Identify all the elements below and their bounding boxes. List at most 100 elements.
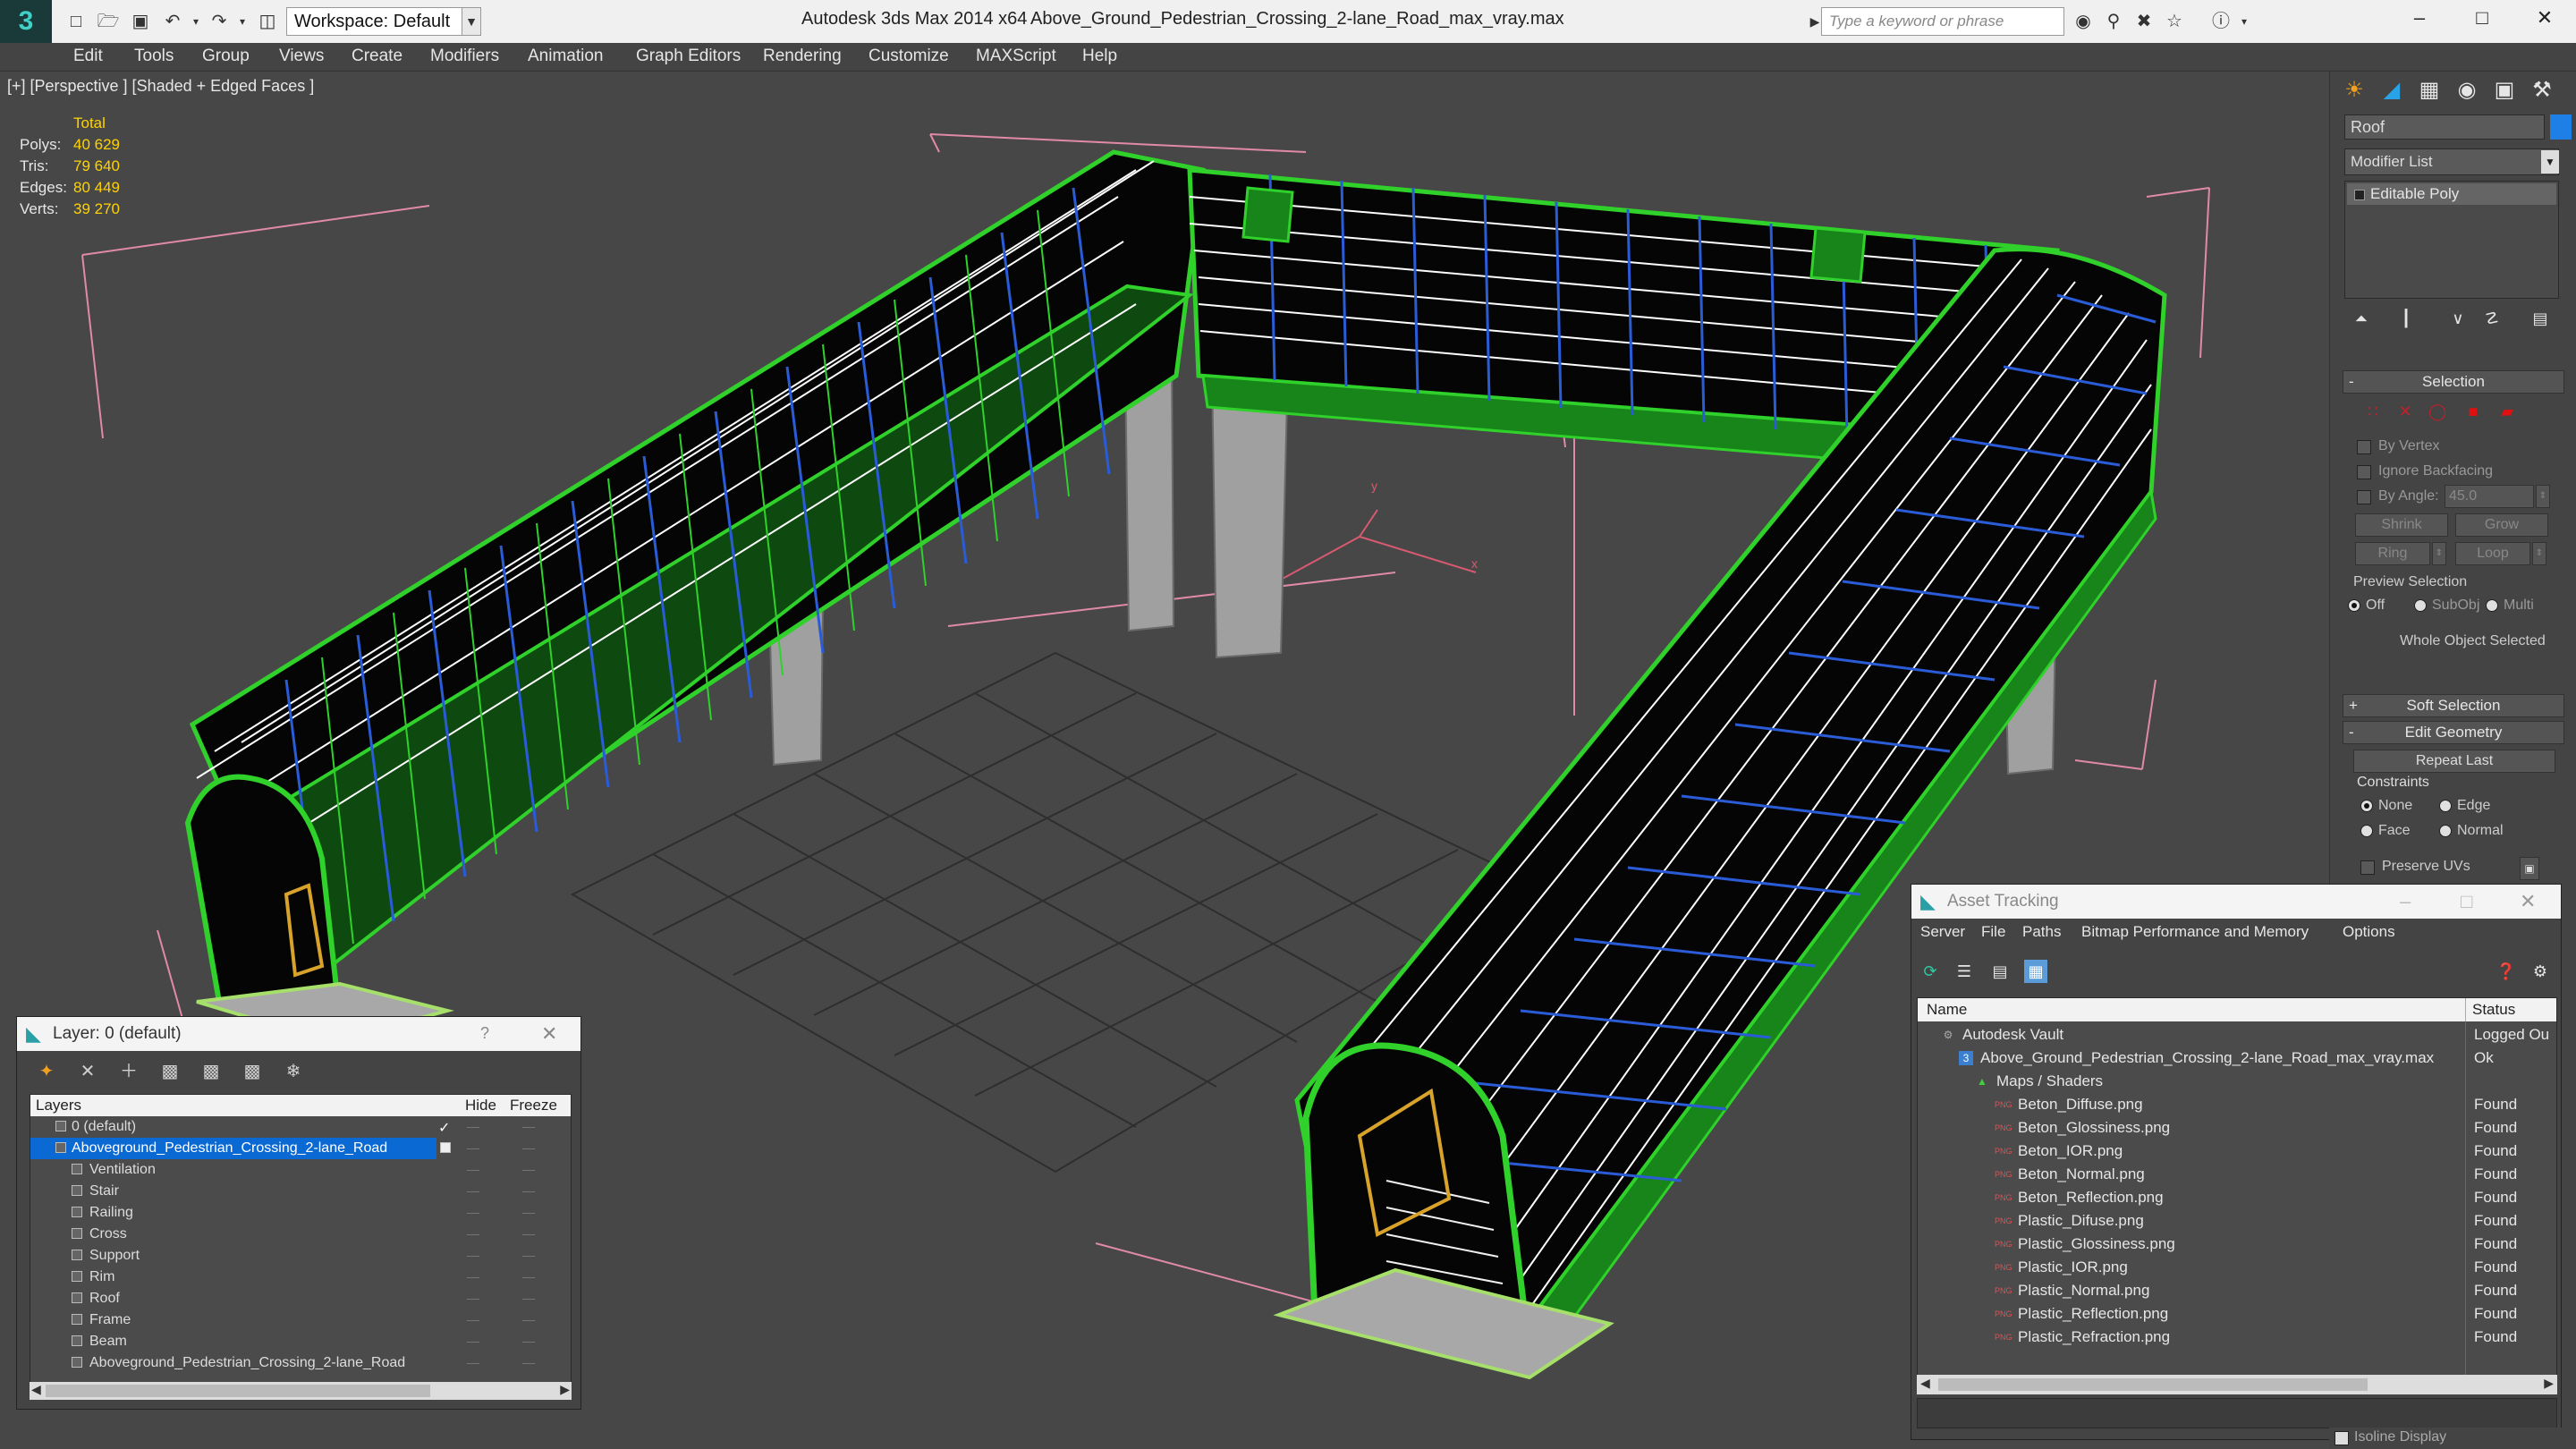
angle-spinner-field[interactable]: 45.0 [2445,485,2534,508]
ring-button[interactable]: Ring [2355,542,2430,565]
select-in-layer-icon[interactable]: ▩ [158,1060,182,1083]
highlight-layer-icon[interactable]: ▩ [199,1060,223,1083]
layer-row[interactable]: Beam — — [30,1331,571,1352]
angle-spinner-arrows-icon[interactable]: ⇕ [2536,485,2550,508]
preserve-uvs-settings-icon[interactable]: ▣ [2520,857,2539,880]
isoline-display-checkbox[interactable] [2334,1431,2349,1445]
refresh-icon[interactable]: ⟳ [1919,960,1942,983]
asset-row[interactable]: PNG Beton_Glossiness.png Found [1918,1116,2556,1140]
selection-rollout-header[interactable]: - Selection [2343,370,2564,394]
asset-row[interactable]: PNG Beton_Diffuse.png Found [1918,1093,2556,1116]
object-color-swatch[interactable] [2550,114,2572,140]
asset-menu-paths[interactable]: Paths [2022,923,2061,941]
create-layer-icon[interactable]: ✦ [35,1060,58,1083]
freeze-all-layers-icon[interactable]: ❄ [282,1060,305,1083]
asset-menu-options[interactable]: Options [2343,923,2395,941]
redo-icon[interactable]: ↷ [208,11,231,32]
layer-row[interactable]: Cross — — [30,1224,571,1245]
undo-dropdown-icon[interactable]: ▾ [184,11,208,32]
asset-row[interactable]: 3 Above_Ground_Pedestrian_Crossing_2-lan… [1918,1046,2556,1070]
asset-menu-bitmap-performance[interactable]: Bitmap Performance and Memory [2081,923,2309,941]
shrink-button[interactable]: Shrink [2355,513,2448,537]
asset-window-titlebar[interactable]: ◣ Asset Tracking – □ ✕ [1911,885,2561,919]
menu-modifiers[interactable]: Modifiers [430,47,499,66]
layer-row[interactable]: Ventilation — — [30,1159,571,1181]
modify-tab-icon[interactable]: ◢ [2375,73,2409,107]
layer-row-selected[interactable]: Aboveground_Pedestrian_Crossing_2-lane_R… [30,1138,436,1159]
polygon-select-icon[interactable]: ■ [2464,402,2482,420]
pin-stack-icon[interactable]: ⏶ [2348,309,2375,333]
layer-close-icon[interactable]: ✕ [541,1022,557,1046]
new-file-icon[interactable]: □ [64,11,88,32]
menu-views[interactable]: Views [279,47,324,66]
layer-row[interactable]: Rim — — [30,1267,571,1288]
border-select-icon[interactable]: ◯ [2428,402,2446,420]
detail-view-icon[interactable]: ▤ [1988,960,2012,983]
project-folder-icon[interactable]: ◫ [256,11,279,32]
preview-subobj-radio[interactable] [2414,599,2427,612]
preserve-uvs-checkbox[interactable] [2360,860,2375,875]
show-end-result-icon[interactable]: ┃ [2393,309,2419,333]
help-icon[interactable]: ⓘ [2209,11,2233,32]
hide-all-layers-icon[interactable]: ▩ [241,1060,264,1083]
layer-row[interactable]: Aboveground_Pedestrian_Crossing_2-lane_R… [30,1352,571,1374]
object-name-field[interactable]: Roof [2344,114,2545,140]
binoculars-icon[interactable]: ◉ [2072,11,2095,32]
save-file-icon[interactable]: ▣ [129,11,152,32]
asset-row[interactable]: PNG Plastic_Glossiness.png Found [1918,1233,2556,1256]
asset-settings-icon[interactable]: ⚙ [2529,960,2552,983]
subscription-icon[interactable]: ⚲ [2102,11,2125,32]
constraint-face-radio[interactable] [2360,825,2373,837]
asset-row[interactable]: ⚙ Autodesk Vault Logged Ou [1918,1023,2556,1046]
constraint-normal-radio[interactable] [2439,825,2452,837]
soft-selection-rollout-header[interactable]: + Soft Selection [2343,694,2564,717]
asset-help-icon[interactable]: ❓ [2495,960,2518,983]
element-select-icon[interactable]: ▰ [2498,402,2516,420]
asset-menu-server[interactable]: Server [1920,923,1965,941]
layer-row[interactable]: Frame — — [30,1309,571,1331]
asset-row[interactable]: PNG Beton_Reflection.png Found [1918,1186,2556,1209]
name-column-header[interactable]: Name [1927,1001,1967,1019]
minimize-button[interactable]: – [2388,0,2451,36]
app-logo-icon[interactable]: 3 [0,0,52,43]
add-to-layer-icon[interactable]: ＋ [117,1060,140,1083]
asset-scroll-left-icon[interactable]: ◀ [1920,1376,1930,1391]
communication-icon[interactable]: ✖ [2132,11,2156,32]
maximize-button[interactable]: □ [2451,0,2513,36]
asset-scroll-thumb[interactable] [1938,1378,2368,1391]
modifier-list-dropdown-icon[interactable]: ▼ [2541,150,2559,174]
by-vertex-checkbox[interactable] [2357,440,2371,454]
layer-window-titlebar[interactable]: ◣ Layer: 0 (default) ? ✕ [17,1017,580,1051]
layer-row[interactable]: 0 (default) ✓ — — [30,1116,571,1138]
favorites-star-icon[interactable]: ☆ [2163,11,2186,32]
undo-icon[interactable]: ↶ [161,11,184,32]
modifier-stack-item[interactable]: Editable Poly [2347,183,2556,205]
workspace-dropdown-icon[interactable]: ▼ [462,7,481,36]
workspace-selector[interactable]: Workspace: Default [286,7,481,36]
menu-customize[interactable]: Customize [869,47,949,66]
ring-spinner-icon[interactable]: ⇕ [2432,542,2446,565]
hierarchy-tab-icon[interactable]: ▦ [2412,73,2446,107]
viewport-label[interactable]: [+] [Perspective ] [Shaded + Edged Faces… [7,77,314,96]
help-dropdown-icon[interactable]: ▾ [2233,11,2256,32]
set-current-layer-icon[interactable] [440,1142,451,1153]
constraint-none-radio[interactable] [2360,800,2373,812]
menu-help[interactable]: Help [1082,47,1117,66]
layer-row[interactable]: Roof — — [30,1288,571,1309]
make-unique-icon[interactable]: ∨ [2445,309,2471,333]
asset-minimize-icon[interactable]: – [2400,890,2411,913]
asset-row[interactable]: PNG Plastic_Reflection.png Found [1918,1302,2556,1326]
menu-animation[interactable]: Animation [528,47,604,66]
create-tab-icon[interactable]: ☀ [2337,73,2371,107]
layer-row[interactable]: Support — — [30,1245,571,1267]
edge-select-icon[interactable]: ✕ [2396,402,2414,420]
layer-help-icon[interactable]: ? [480,1024,489,1043]
asset-row[interactable]: PNG Plastic_Difuse.png Found [1918,1209,2556,1233]
list-view-icon[interactable]: ☰ [1953,960,1976,983]
ignore-backfacing-checkbox[interactable] [2357,465,2371,479]
menu-create[interactable]: Create [352,47,402,66]
layer-scroll-thumb[interactable] [46,1385,430,1397]
close-button[interactable]: ✕ [2513,0,2576,36]
freeze-column-header[interactable]: Freeze [510,1097,557,1114]
utilities-tab-icon[interactable]: ⚒ [2525,73,2559,107]
